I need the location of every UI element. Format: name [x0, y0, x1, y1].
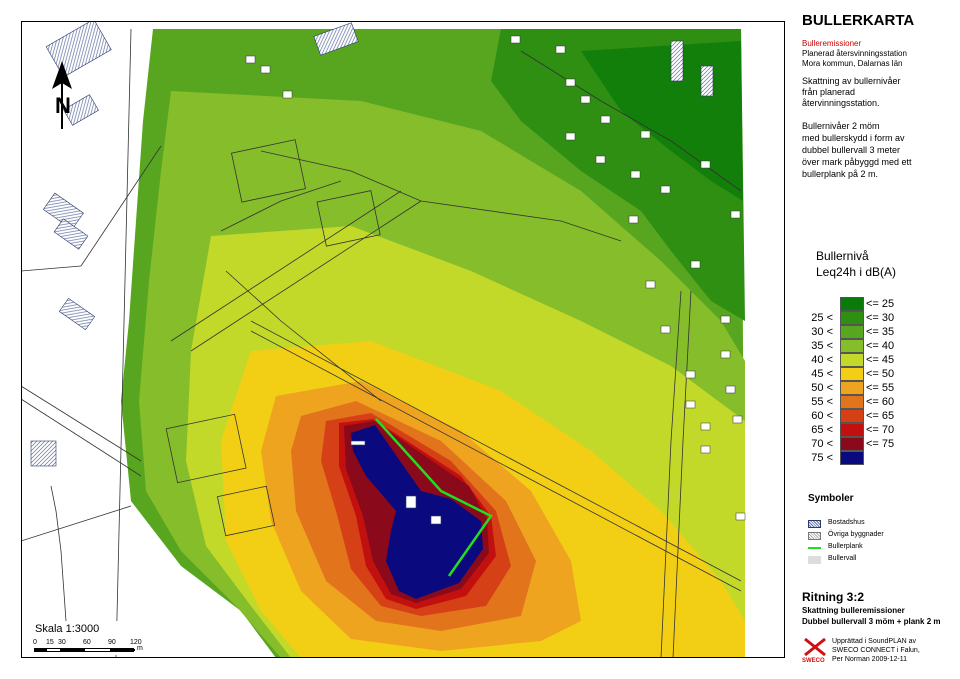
legend-lo: 55 <	[811, 396, 833, 408]
drawing-line: Dubbel bullervall 3 möm + plank 2 m	[802, 617, 941, 626]
drawing-title: Ritning 3:2	[802, 590, 864, 604]
legend-hi: <= 40	[866, 340, 895, 352]
legend-row: 35 < <= 40	[794, 339, 960, 354]
sweco-logo-icon	[804, 637, 826, 657]
description-line: återvinningsstation.	[802, 98, 880, 108]
legend-row: 70 < <= 75	[794, 437, 960, 452]
noise-berm-symbol	[808, 556, 821, 564]
north-arrow: N	[45, 61, 79, 131]
legend-hi: <= 70	[866, 424, 895, 436]
scale-tick: 90	[108, 639, 116, 646]
legend-lo: 25 <	[811, 312, 833, 324]
legend-table: <= 25 25 < <= 30 30 < <= 35 35 < <= 40 4…	[794, 297, 960, 467]
logo-text: SWECO	[802, 658, 825, 664]
legend-row: 55 < <= 60	[794, 395, 960, 410]
scale-tick: 15	[46, 639, 54, 646]
legend-hi: <= 30	[866, 312, 895, 324]
description-line: med bullerskydd i form av	[802, 133, 905, 143]
legend-swatch	[840, 297, 864, 311]
legend-hi: <= 45	[866, 354, 895, 366]
legend-swatch	[840, 311, 864, 325]
legend-swatch	[840, 325, 864, 339]
legend-row: 40 < <= 45	[794, 353, 960, 368]
legend-hi: <= 35	[866, 326, 895, 338]
legend-lo: 70 <	[811, 438, 833, 450]
legend-title: Bullernivå	[816, 249, 869, 263]
legend-row: 45 < <= 50	[794, 367, 960, 382]
housing-symbol	[808, 520, 821, 528]
symbol-label: Övriga byggnader	[828, 531, 884, 538]
description-line: dubbel bullervall 3 meter	[802, 145, 901, 155]
legend-lo: 30 <	[811, 326, 833, 338]
subtitle-line: Bulleremissioner	[802, 39, 862, 48]
legend-lo: 45 <	[811, 368, 833, 380]
scale-tick: 30	[58, 639, 66, 646]
scale-bar	[34, 648, 135, 652]
sweco-logo: SWECO	[802, 636, 828, 666]
legend-swatch	[840, 381, 864, 395]
credit-line: Per Norman 2009-12-11	[832, 656, 907, 663]
symbol-label: Bullerplank	[828, 543, 863, 550]
legend-row: 25 < <= 30	[794, 311, 960, 326]
legend-row: <= 25	[794, 297, 960, 312]
symbols-title: Symboler	[808, 493, 854, 504]
legend-hi: <= 25	[866, 298, 895, 310]
scale-tick: 60	[83, 639, 91, 646]
legend-swatch	[840, 339, 864, 353]
legend-panel: BULLERKARTA Bulleremissioner Planerad åt…	[794, 0, 960, 679]
description-line: bullerplank på 2 m.	[802, 169, 879, 179]
legend-subtitle: Leq24h i dB(A)	[816, 265, 897, 279]
legend-swatch	[840, 353, 864, 367]
legend-swatch	[840, 423, 864, 437]
scale-label: Skala 1:3000	[35, 623, 100, 635]
description-line: Skattning av bullernivåer	[802, 76, 901, 86]
scale-unit: m	[137, 645, 143, 652]
legend-lo: 50 <	[811, 382, 833, 394]
legend-lo: 35 <	[811, 340, 833, 352]
credit-line: Upprättad i SoundPLAN av	[832, 638, 917, 645]
legend-lo: 60 <	[811, 410, 833, 422]
legend-swatch	[840, 395, 864, 409]
legend-lo: 40 <	[811, 354, 833, 366]
legend-hi: <= 50	[866, 368, 895, 380]
legend-row: 60 < <= 65	[794, 409, 960, 424]
scale-ticks: 0 15 30 60 90 120	[33, 639, 143, 648]
legend-swatch	[840, 367, 864, 381]
noise-barrier-symbol	[808, 547, 821, 549]
credit-line: SWECO CONNECT i Falun,	[832, 647, 920, 654]
legend-row: 30 < <= 35	[794, 325, 960, 340]
legend-lo: 65 <	[811, 424, 833, 436]
legend-swatch	[840, 451, 864, 465]
subtitle-line: Planerad återsvinningsstation	[802, 49, 907, 58]
legend-swatch	[840, 437, 864, 451]
symbol-label: Bostadshus	[828, 519, 865, 526]
legend-hi: <= 60	[866, 396, 895, 408]
legend-hi: <= 55	[866, 382, 895, 394]
symbol-label: Bullervall	[828, 555, 857, 562]
map-title: BULLERKARTA	[802, 12, 915, 29]
description-line: Bullernivåer 2 möm	[802, 121, 880, 131]
legend-swatch	[840, 409, 864, 423]
legend-lo: 75 <	[811, 452, 833, 464]
noise-map-canvas	[20, 18, 785, 659]
north-letter: N	[55, 93, 71, 118]
subtitle-line: Mora kommun, Dalarnas län	[802, 59, 903, 68]
legend-row: 65 < <= 70	[794, 423, 960, 438]
drawing-line: Skattning bulleremissioner	[802, 606, 905, 615]
legend-row: 75 <	[794, 451, 960, 466]
legend-row: 50 < <= 55	[794, 381, 960, 396]
description-line: från planerad	[802, 87, 856, 97]
scale-box: Skala 1:3000 0 15 30 60 90 120 m	[29, 621, 145, 655]
other-building-symbol	[808, 532, 821, 540]
scale-tick: 0	[33, 639, 37, 646]
noise-map: N Skala 1:3000 0 15 30 60 90 120 m	[20, 18, 785, 659]
legend-hi: <= 65	[866, 410, 895, 422]
description-line: över mark påbyggd med ett	[802, 157, 912, 167]
legend-hi: <= 75	[866, 438, 895, 450]
